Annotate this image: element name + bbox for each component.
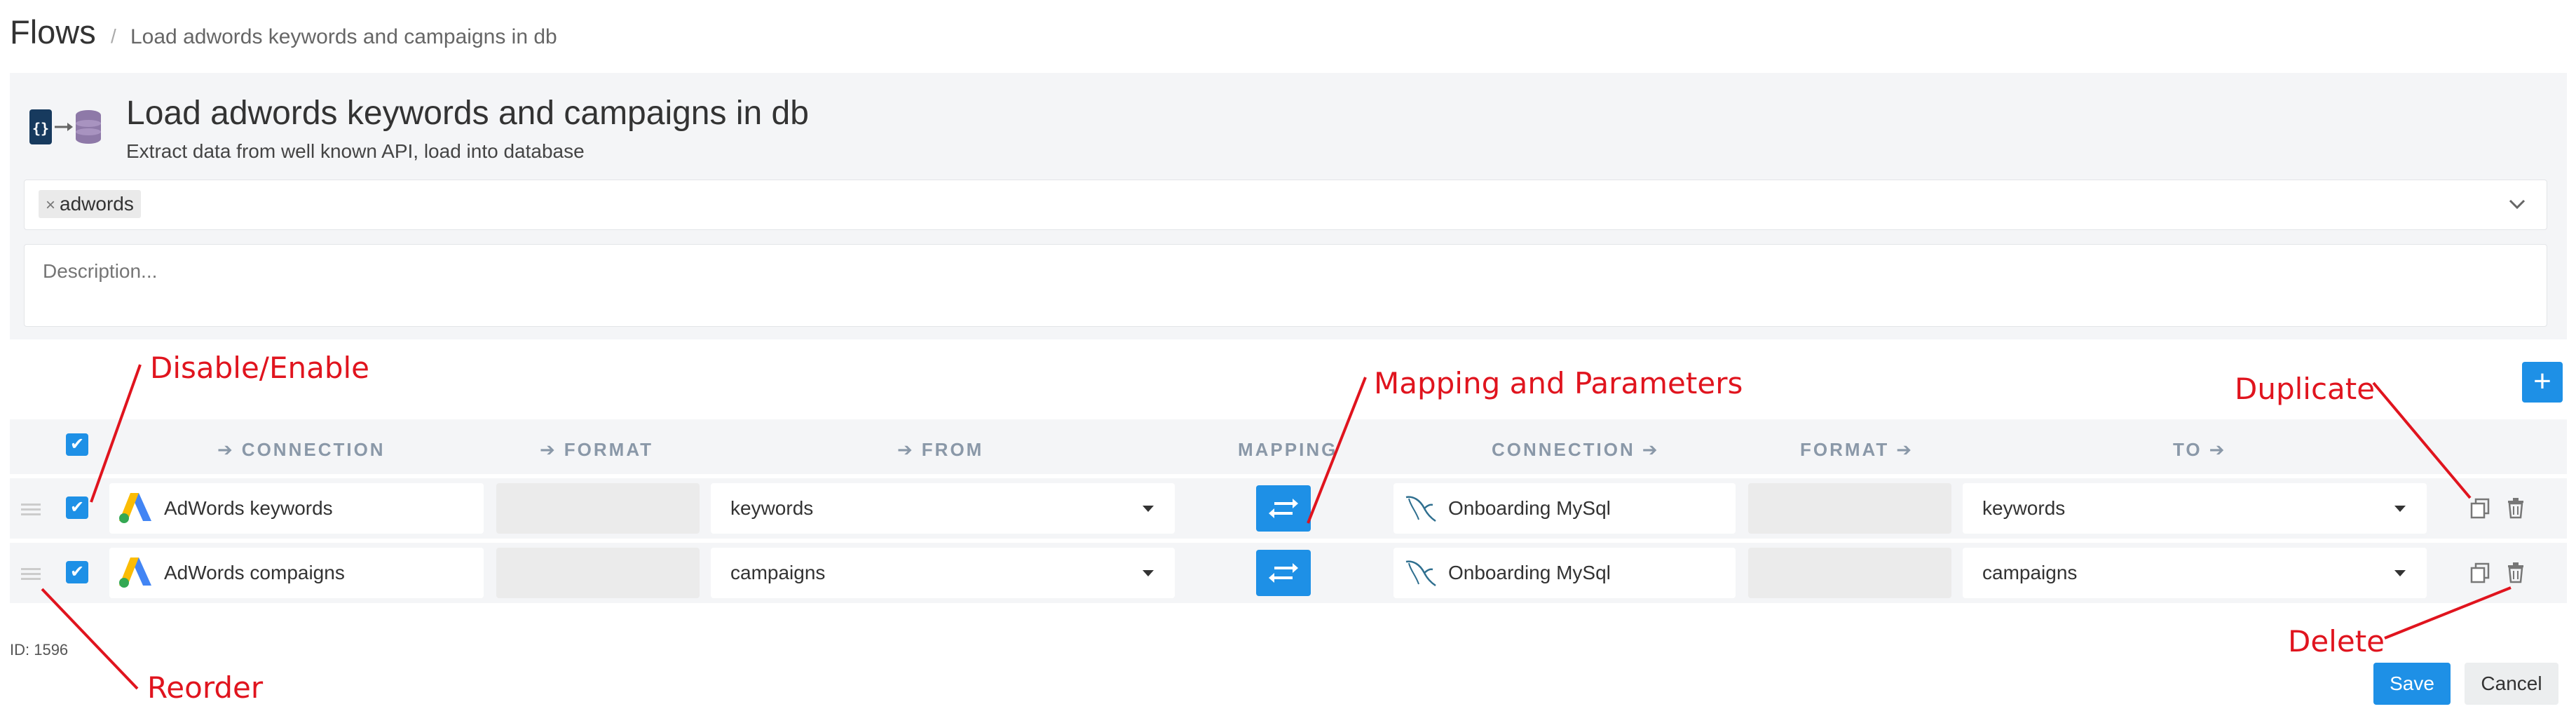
- annotation-reorder: Reorder: [147, 670, 264, 705]
- tag-label: adwords: [60, 193, 134, 215]
- from-select[interactable]: campaigns: [711, 548, 1175, 598]
- mysql-dolphin-icon: [1405, 496, 1436, 522]
- caret-down-icon: [2394, 570, 2406, 576]
- annotation-mapping-parameters: Mapping and Parameters: [1374, 366, 1743, 400]
- annotation-duplicate: Duplicate: [2235, 372, 2376, 406]
- source-format-cell[interactable]: [496, 483, 700, 534]
- destination-connection-cell[interactable]: Onboarding MySql: [1393, 483, 1736, 534]
- check-icon: ✔: [69, 435, 85, 454]
- row-enable-checkbox[interactable]: ✔: [66, 496, 88, 519]
- add-step-button[interactable]: +: [2522, 362, 2563, 403]
- arrow-right-icon: ➔: [1896, 439, 1914, 460]
- copy-icon[interactable]: [2469, 561, 2493, 585]
- description-field[interactable]: [24, 244, 2547, 327]
- save-button[interactable]: Save: [2373, 663, 2451, 705]
- from-select-value: campaigns: [730, 562, 826, 583]
- swap-arrows-icon: [1269, 563, 1298, 583]
- adwords-logo-icon: [119, 493, 151, 523]
- breadcrumb-separator: /: [111, 25, 116, 47]
- from-select[interactable]: keywords: [711, 483, 1175, 534]
- select-all-checkbox[interactable]: ✔: [66, 433, 88, 456]
- destination-connection-label: Onboarding MySql: [1448, 562, 1611, 583]
- caret-down-icon: [1143, 506, 1154, 512]
- swap-arrows-icon: [1269, 499, 1298, 518]
- row-enable-checkbox[interactable]: ✔: [66, 561, 88, 583]
- trash-icon[interactable]: [2504, 561, 2528, 585]
- header-destination-connection: CONNECTION ➔: [1492, 439, 1660, 460]
- drag-handle-icon[interactable]: [21, 504, 41, 516]
- header-source-format: ➔ FORMAT: [540, 439, 654, 460]
- destination-format-cell[interactable]: [1748, 483, 1951, 534]
- destination-connection-label: Onboarding MySql: [1448, 497, 1611, 519]
- to-select[interactable]: campaigns: [1963, 548, 2427, 598]
- tag-remove-icon[interactable]: ×: [46, 196, 55, 215]
- mysql-dolphin-icon: [1405, 560, 1436, 587]
- to-select[interactable]: keywords: [1963, 483, 2427, 534]
- source-connection-cell[interactable]: AdWords compaigns: [109, 548, 484, 598]
- arrow-right-icon: ➔: [1642, 439, 1660, 460]
- header-source-connection: ➔ CONNECTION: [217, 439, 386, 460]
- svg-text:{}: {}: [32, 120, 49, 137]
- mapping-button[interactable]: [1256, 485, 1311, 532]
- arrow-right-icon: ➔: [217, 439, 235, 460]
- arrow-right-icon: ➔: [540, 439, 557, 460]
- chevron-down-icon[interactable]: [2503, 190, 2531, 218]
- plus-icon: +: [2533, 364, 2551, 398]
- mapping-button[interactable]: [1256, 550, 1311, 596]
- tag-chip: × adwords: [39, 190, 141, 218]
- destination-connection-cell[interactable]: Onboarding MySql: [1393, 548, 1736, 598]
- arrow-right-icon: ➔: [2209, 439, 2227, 460]
- flow-title: Load adwords keywords and campaigns in d…: [126, 95, 809, 132]
- annotation-delete: Delete: [2288, 624, 2385, 658]
- header-mapping: MAPPING: [1238, 439, 1338, 460]
- source-connection-cell[interactable]: AdWords keywords: [109, 483, 484, 534]
- header-destination-format: FORMAT ➔: [1800, 439, 1914, 460]
- header-to: TO ➔: [2173, 439, 2227, 460]
- to-select-value: campaigns: [1982, 562, 2078, 583]
- arrow-right-icon: ➔: [897, 439, 915, 460]
- breadcrumb-root[interactable]: Flows: [10, 13, 96, 51]
- source-format-cell[interactable]: [496, 548, 700, 598]
- to-select-value: keywords: [1982, 497, 2066, 519]
- check-icon: ✔: [69, 498, 85, 517]
- source-connection-label: AdWords compaigns: [164, 562, 345, 583]
- copy-icon[interactable]: [2469, 496, 2493, 520]
- caret-down-icon: [1143, 570, 1154, 576]
- adwords-logo-icon: [119, 558, 151, 588]
- destination-format-cell[interactable]: [1748, 548, 1951, 598]
- flow-id-label: ID: 1596: [10, 641, 69, 658]
- breadcrumb-current: Load adwords keywords and campaigns in d…: [130, 25, 557, 48]
- source-connection-label: AdWords keywords: [164, 497, 333, 519]
- flow-type-icon: {}: [29, 109, 101, 144]
- flow-subtitle: Extract data from well known API, load i…: [126, 140, 585, 162]
- cancel-button[interactable]: Cancel: [2465, 663, 2558, 705]
- from-select-value: keywords: [730, 497, 814, 519]
- caret-down-icon: [2394, 506, 2406, 512]
- drag-handle-icon[interactable]: [21, 568, 41, 581]
- annotation-disable-enable: Disable/Enable: [150, 351, 370, 385]
- check-icon: ✔: [69, 562, 85, 581]
- tags-input[interactable]: × adwords: [24, 180, 2547, 230]
- trash-icon[interactable]: [2504, 496, 2528, 520]
- header-from: ➔ FROM: [897, 439, 984, 460]
